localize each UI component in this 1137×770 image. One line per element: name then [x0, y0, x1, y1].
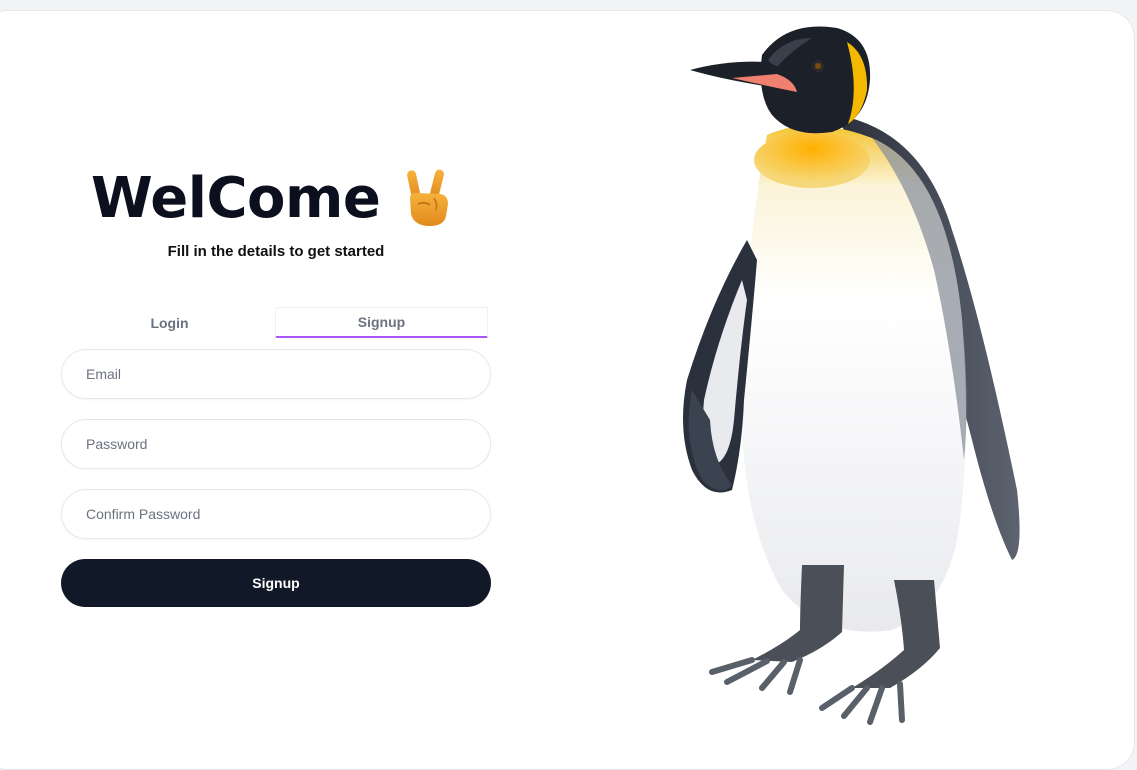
email-field[interactable]: [62, 350, 490, 398]
welcome-title: WelCome: [91, 165, 381, 231]
confirm-password-field[interactable]: [62, 490, 490, 538]
password-field[interactable]: [62, 420, 490, 468]
welcome-subtitle: Fill in the details to get started: [167, 243, 385, 260]
confirm-password-field-wrapper: [61, 489, 491, 539]
penguin-illustration: [683, 26, 1020, 725]
email-field-wrapper: [61, 349, 491, 399]
peace-hand-icon: [407, 169, 449, 226]
signup-button[interactable]: Signup: [61, 559, 491, 607]
auth-tabs: Login Signup: [64, 307, 488, 338]
tab-login[interactable]: Login: [64, 307, 275, 338]
password-field-wrapper: [61, 419, 491, 469]
welcome-heading-row: WelCome: [91, 158, 454, 238]
tab-signup[interactable]: Signup: [275, 307, 488, 338]
